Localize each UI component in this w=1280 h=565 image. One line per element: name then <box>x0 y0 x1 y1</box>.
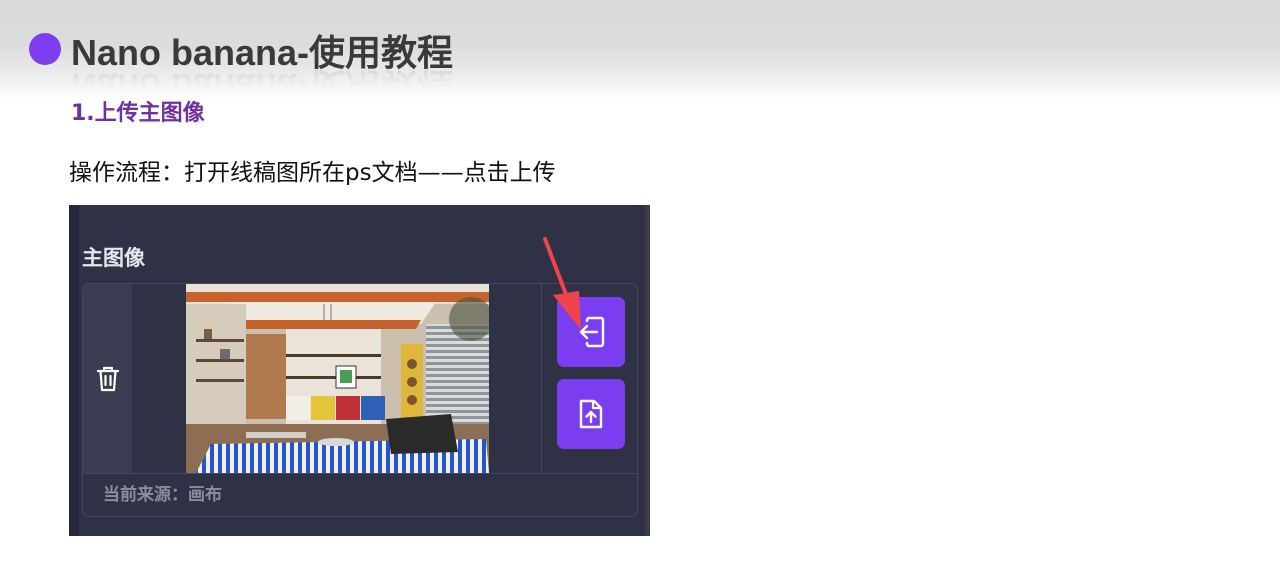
delete-image-button[interactable] <box>83 284 132 473</box>
import-from-canvas-button[interactable] <box>557 297 625 367</box>
card-divider-vertical <box>541 284 542 473</box>
instruction-text: 操作流程：打开线稿图所在ps文档——点击上传 <box>69 160 556 186</box>
main-image-thumbnail <box>186 284 489 473</box>
ui-screenshot: 主图像 当前来源：画布 <box>69 205 650 536</box>
import-icon <box>579 316 605 348</box>
main-image-card: 当前来源：画布 <box>82 283 638 517</box>
upload-file-button[interactable] <box>557 379 625 449</box>
title-bullet-icon <box>29 33 61 65</box>
page-title: Nano banana-使用教程 <box>71 32 454 73</box>
title-wrap: Nano banana-使用教程 Nano banana-使用教程 <box>71 31 454 107</box>
trash-icon <box>96 366 119 391</box>
card-divider-horizontal <box>83 473 637 474</box>
screenshot-right-edge <box>645 205 650 536</box>
section-subtitle: 1.上传主图像 <box>71 101 205 126</box>
current-source-text: 当前来源：画布 <box>103 485 222 505</box>
main-image-label: 主图像 <box>82 246 145 270</box>
screenshot-left-edge <box>69 205 79 536</box>
file-upload-icon <box>579 399 603 429</box>
